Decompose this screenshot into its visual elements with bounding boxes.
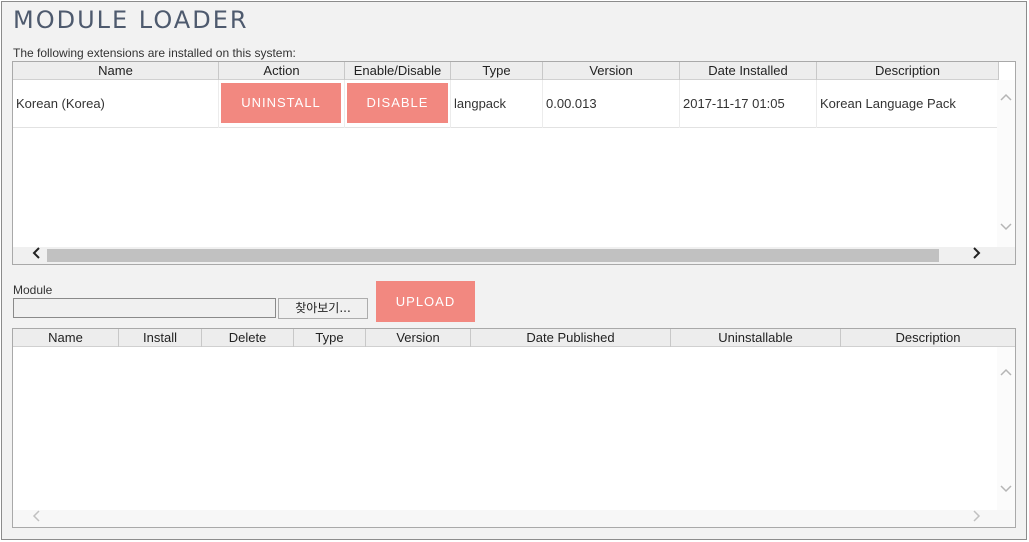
extension-date-installed: 2017-11-17 01:05 xyxy=(680,80,817,128)
horizontal-scroll-thumb[interactable] xyxy=(47,249,939,262)
chevron-right-icon[interactable] xyxy=(968,247,986,264)
module-file-input[interactable] xyxy=(13,298,276,318)
extension-version: 0.00.013 xyxy=(543,80,680,128)
available-table-header: Name Install Delete Type Version Date Pu… xyxy=(13,329,1015,347)
chevron-down-icon[interactable] xyxy=(997,482,1015,499)
page-title: MODULE LOADER xyxy=(13,6,249,34)
table-row[interactable]: Korean (Korea) UNINSTALL DISABLE langpac… xyxy=(13,80,999,128)
column-header-date-installed[interactable]: Date Installed xyxy=(680,62,817,80)
column-header-version[interactable]: Version xyxy=(366,329,471,347)
installed-table-header: Name Action Enable/Disable Type Version … xyxy=(13,62,999,80)
column-header-description[interactable]: Description xyxy=(841,329,1015,347)
uninstall-button[interactable]: UNINSTALL xyxy=(221,83,341,123)
installed-vertical-scrollbar[interactable] xyxy=(997,80,1015,247)
column-header-name[interactable]: Name xyxy=(13,329,119,347)
column-header-delete[interactable]: Delete xyxy=(202,329,294,347)
available-horizontal-scrollbar[interactable] xyxy=(13,510,1015,527)
module-loader-panel: MODULE LOADER The following extensions a… xyxy=(1,1,1027,540)
module-label: Module xyxy=(13,283,53,297)
column-header-date-published[interactable]: Date Published xyxy=(471,329,671,347)
action-cell: UNINSTALL xyxy=(219,80,345,128)
enable-disable-cell: DISABLE xyxy=(345,80,451,128)
available-vertical-scrollbar[interactable] xyxy=(997,347,1015,510)
column-header-install[interactable]: Install xyxy=(119,329,202,347)
browse-button[interactable]: 찾아보기... xyxy=(278,298,368,319)
extension-description: Korean Language Pack xyxy=(817,80,999,128)
installed-horizontal-scrollbar[interactable] xyxy=(13,247,1015,264)
chevron-up-icon[interactable] xyxy=(997,365,1015,382)
installed-caption: The following extensions are installed o… xyxy=(13,46,296,60)
column-header-uninstallable[interactable]: Uninstallable xyxy=(671,329,841,347)
chevron-down-icon[interactable] xyxy=(997,220,1015,237)
available-modules-table: Name Install Delete Type Version Date Pu… xyxy=(12,328,1016,528)
chevron-left-icon[interactable] xyxy=(27,510,45,527)
extension-name: Korean (Korea) xyxy=(13,80,219,128)
installed-extensions-table: Name Action Enable/Disable Type Version … xyxy=(12,61,1016,265)
column-header-type[interactable]: Type xyxy=(451,62,543,80)
chevron-up-icon[interactable] xyxy=(997,90,1015,107)
chevron-right-icon[interactable] xyxy=(968,510,986,527)
disable-button[interactable]: DISABLE xyxy=(347,83,448,123)
column-header-description[interactable]: Description xyxy=(817,62,999,80)
column-header-version[interactable]: Version xyxy=(543,62,680,80)
chevron-left-icon[interactable] xyxy=(27,247,45,264)
column-header-action[interactable]: Action xyxy=(219,62,345,80)
column-header-type[interactable]: Type xyxy=(294,329,366,347)
upload-button[interactable]: UPLOAD xyxy=(376,281,475,322)
extension-type: langpack xyxy=(451,80,543,128)
column-header-enable-disable[interactable]: Enable/Disable xyxy=(345,62,451,80)
column-header-name[interactable]: Name xyxy=(13,62,219,80)
